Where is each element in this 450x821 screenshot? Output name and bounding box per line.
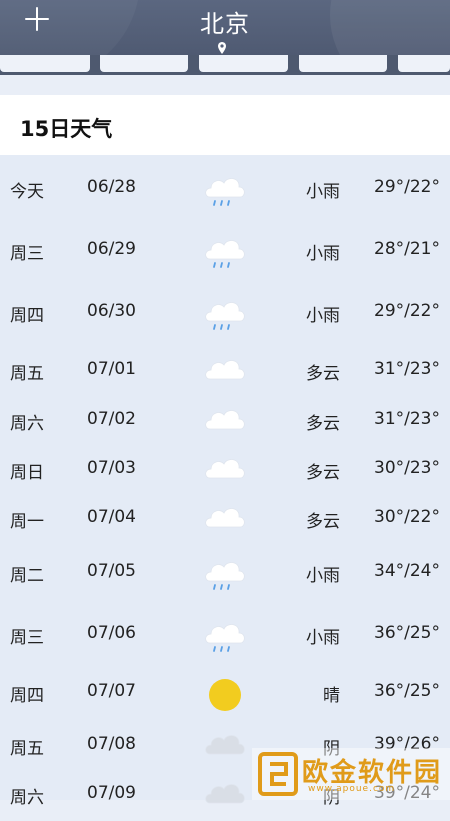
forecast-condition: 小雨: [306, 306, 340, 326]
sunny-icon: [200, 671, 250, 715]
strip-card[interactable]: [398, 55, 450, 72]
section-header: 15日天气: [0, 95, 450, 155]
forecast-temperature: 36°/25°: [374, 681, 440, 701]
watermark-logo: [258, 752, 298, 796]
cloudy-icon: [200, 349, 250, 393]
forecast-date: 07/06: [87, 623, 136, 643]
forecast-date: 06/28: [87, 177, 136, 197]
city-title[interactable]: 北京: [0, 4, 450, 39]
forecast-list: 今天 06/28 小雨 29°/22° 周三 06/29 小雨 28°/21° 周四 06/30 小…: [0, 155, 450, 808]
forecast-row[interactable]: 周四 06/30 小雨 29°/22°: [0, 287, 450, 337]
forecast-condition: 小雨: [306, 566, 340, 586]
forecast-condition: 小雨: [306, 182, 340, 202]
forecast-date: 07/08: [87, 734, 136, 754]
forecast-temperature: 29°/22°: [374, 177, 440, 197]
forecast-row[interactable]: 周二 07/05 小雨 34°/24°: [0, 547, 450, 597]
forecast-temperature: 30°/23°: [374, 458, 440, 478]
light-rain-icon: [200, 551, 250, 595]
forecast-row[interactable]: 周五 07/01 多云 31°/23°: [0, 345, 450, 395]
overcast-icon: [200, 773, 250, 817]
strip-card[interactable]: [199, 55, 288, 72]
strip-card[interactable]: [100, 55, 188, 72]
forecast-row[interactable]: 周四 07/07 晴 36°/25°: [0, 667, 450, 717]
forecast-row[interactable]: 周一 07/04 多云 30°/22°: [0, 493, 450, 543]
forecast-temperature: 28°/21°: [374, 239, 440, 259]
forecast-date: 07/02: [87, 409, 136, 429]
forecast-temperature: 31°/23°: [374, 409, 440, 429]
forecast-date: 07/09: [87, 783, 136, 803]
forecast-date: 07/01: [87, 359, 136, 379]
forecast-day: 周三: [10, 244, 44, 264]
overcast-icon: [200, 724, 250, 768]
forecast-row[interactable]: 周六 07/02 多云 31°/23°: [0, 395, 450, 445]
forecast-day: 周二: [10, 566, 44, 586]
forecast-day: 周六: [10, 788, 44, 808]
forecast-date: 07/07: [87, 681, 136, 701]
forecast-temperature: 34°/24°: [374, 561, 440, 581]
hourly-strip: [0, 55, 450, 75]
section-title: 15日天气: [20, 117, 113, 141]
forecast-temperature: 29°/22°: [374, 301, 440, 321]
strip-card[interactable]: [0, 55, 90, 72]
forecast-day: 周五: [10, 739, 44, 759]
forecast-condition: 小雨: [306, 244, 340, 264]
watermark-url: www.apoue.com: [308, 784, 396, 794]
forecast-row[interactable]: 周三 06/29 小雨 28°/21°: [0, 225, 450, 275]
strip-card[interactable]: [299, 55, 387, 72]
forecast-condition: 小雨: [306, 628, 340, 648]
forecast-row[interactable]: 今天 06/28 小雨 29°/22°: [0, 163, 450, 213]
forecast-date: 06/30: [87, 301, 136, 321]
forecast-day: 周三: [10, 628, 44, 648]
forecast-temperature: 36°/25°: [374, 623, 440, 643]
forecast-day: 周六: [10, 414, 44, 434]
cloudy-icon: [200, 399, 250, 443]
forecast-date: 07/05: [87, 561, 136, 581]
forecast-row[interactable]: 周三 07/06 小雨 36°/25°: [0, 609, 450, 659]
forecast-day: 周一: [10, 512, 44, 532]
app-header: 北京: [0, 0, 450, 55]
forecast-temperature: 30°/22°: [374, 507, 440, 527]
cloudy-icon: [200, 448, 250, 492]
forecast-condition: 多云: [306, 364, 340, 384]
forecast-condition: 多云: [306, 463, 340, 483]
light-rain-icon: [200, 291, 250, 335]
forecast-day: 周四: [10, 686, 44, 706]
forecast-condition: 晴: [323, 686, 340, 706]
forecast-date: 06/29: [87, 239, 136, 259]
forecast-date: 07/03: [87, 458, 136, 478]
forecast-day: 周五: [10, 364, 44, 384]
light-rain-icon: [200, 167, 250, 211]
light-rain-icon: [200, 229, 250, 273]
forecast-date: 07/04: [87, 507, 136, 527]
location-pin-icon: [218, 42, 226, 54]
cloudy-icon: [200, 497, 250, 541]
watermark: 欧金软件园 www.apoue.com: [252, 748, 450, 800]
forecast-temperature: 31°/23°: [374, 359, 440, 379]
forecast-day: 周四: [10, 306, 44, 326]
forecast-day: 今天: [10, 182, 44, 202]
forecast-condition: 多云: [306, 512, 340, 532]
forecast-day: 周日: [10, 463, 44, 483]
light-rain-icon: [200, 613, 250, 657]
forecast-condition: 多云: [306, 414, 340, 434]
forecast-row[interactable]: 周日 07/03 多云 30°/23°: [0, 444, 450, 494]
